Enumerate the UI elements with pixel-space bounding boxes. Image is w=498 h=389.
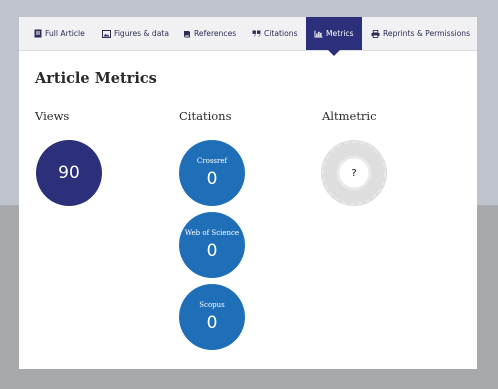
tab-label: Citations xyxy=(264,29,298,38)
tab-label: Full Article xyxy=(45,29,85,38)
tab-label: References xyxy=(194,29,237,38)
article-metrics-panel: Full Article Figures & data References C… xyxy=(19,17,477,369)
citation-badge-scopus[interactable]: Scopus 0 xyxy=(179,284,245,350)
citation-badge-web-of-science[interactable]: Web of Science 0 xyxy=(179,212,245,278)
citation-count: 0 xyxy=(206,313,218,333)
page-title: Article Metrics xyxy=(35,70,157,87)
article-tab-bar: Full Article Figures & data References C… xyxy=(19,17,477,56)
citation-badge-crossref[interactable]: Crossref 0 xyxy=(179,140,245,206)
tab-label: Metrics xyxy=(326,29,354,38)
active-tab-caret xyxy=(327,50,340,56)
tab-reprints-permissions[interactable]: Reprints & Permissions xyxy=(371,17,470,50)
altmetric-heading: Altmetric xyxy=(322,109,377,123)
tab-label: Figures & data xyxy=(114,29,169,38)
views-count-badge: 90 xyxy=(36,140,102,206)
tab-metrics[interactable]: Metrics xyxy=(306,17,362,56)
citation-source: Scopus xyxy=(199,301,225,309)
citation-count: 0 xyxy=(206,169,218,189)
image-icon xyxy=(102,29,111,38)
tab-label: Reprints & Permissions xyxy=(383,29,471,38)
tab-figures-data[interactable]: Figures & data xyxy=(102,17,169,50)
book-icon xyxy=(183,30,191,38)
print-icon xyxy=(371,29,380,38)
citation-count: 0 xyxy=(206,241,218,261)
altmetric-donut[interactable]: ? xyxy=(321,140,387,206)
tab-references[interactable]: References xyxy=(183,17,236,50)
tab-full-article[interactable]: Full Article xyxy=(34,17,85,50)
altmetric-score: ? xyxy=(341,160,367,186)
bar-chart-icon xyxy=(314,30,323,38)
citation-source: Crossref xyxy=(196,157,228,165)
citations-heading: Citations xyxy=(179,109,232,123)
quote-icon xyxy=(252,30,261,37)
tab-citations[interactable]: Citations xyxy=(252,17,298,50)
views-heading: Views xyxy=(35,109,70,123)
citation-source: Web of Science xyxy=(184,229,240,237)
article-icon xyxy=(34,29,42,38)
views-count: 90 xyxy=(58,163,80,183)
